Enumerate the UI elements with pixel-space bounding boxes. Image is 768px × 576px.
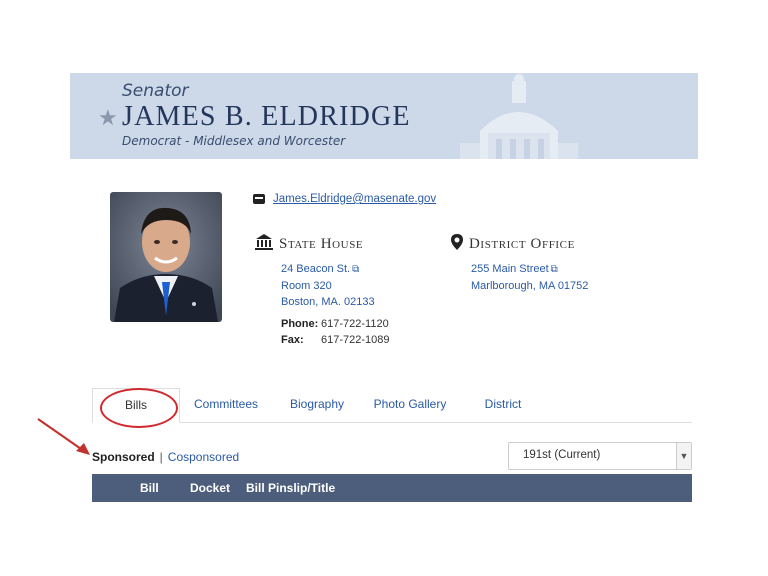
tab-photo-gallery[interactable]: Photo Gallery [368, 388, 452, 421]
session-select-value[interactable]: 191st (Current) [523, 449, 600, 461]
column-header-docket[interactable]: Docket [190, 481, 230, 495]
state-house-city[interactable]: Boston, MA. 02133 [281, 294, 375, 310]
tab-biography[interactable]: Biography [280, 388, 354, 421]
state-house-street[interactable]: 24 Beacon St. [281, 263, 350, 275]
phone-fax-block: Phone: 617-722-1120 Fax: 617-722-1089 [281, 316, 390, 348]
sponsored-filter[interactable]: Sponsored [92, 450, 155, 464]
state-house-label: State House [279, 236, 364, 252]
senator-name: JAMES B. ELDRIDGE [122, 101, 411, 132]
star-icon: ★ [98, 105, 118, 130]
filter-separator: | [159, 450, 163, 464]
phone-label: Phone: [281, 318, 319, 330]
email-link[interactable]: James.Eldridge@masenate.gov [273, 193, 436, 205]
building-icon [255, 234, 273, 255]
phone-number: 617-722-1120 [321, 318, 389, 330]
tab-committees[interactable]: Committees [186, 388, 266, 421]
bills-table-header: Bill Docket Bill Pinslip/Title [92, 474, 692, 502]
state-house-address[interactable]: 24 Beacon St. ⧉ Room 320 Boston, MA. 0213… [281, 261, 375, 310]
fax-number: 617-722-1089 [321, 334, 390, 346]
senator-portrait [110, 192, 222, 322]
chevron-down-icon[interactable]: ▼ [676, 443, 691, 469]
district-office-label: District Office [469, 236, 575, 252]
senator-party-district: Democrat - Middlesex and Worcester [122, 134, 346, 148]
external-link-icon[interactable]: ⧉ [551, 264, 558, 275]
senator-banner: ★ Senator JAMES B. ELDRIDGE Democrat - M… [70, 73, 698, 159]
district-office-address[interactable]: 255 Main Street ⧉ Marlborough, MA 01752 [471, 261, 588, 294]
state-house-room[interactable]: Room 320 [281, 278, 375, 294]
envelope-icon [253, 194, 265, 204]
profile-tabs: Bills Committees Biography Photo Gallery… [92, 388, 692, 423]
fax-label: Fax: [281, 334, 304, 346]
cosponsored-filter[interactable]: Cosponsored [168, 450, 239, 464]
red-arrow-annotation [37, 418, 90, 455]
session-select[interactable]: 191st (Current) ▼ [508, 442, 692, 470]
map-pin-icon [451, 234, 463, 255]
senator-title: Senator [122, 81, 189, 101]
sponsorship-filter: Sponsored | Cosponsored [92, 450, 239, 464]
email-row: James.Eldridge@masenate.gov [253, 193, 436, 205]
external-link-icon[interactable]: ⧉ [352, 264, 359, 275]
state-house-dome-graphic [440, 73, 698, 159]
column-header-bill[interactable]: Bill [140, 481, 159, 495]
district-city[interactable]: Marlborough, MA 01752 [471, 278, 588, 294]
state-house-heading: State House [255, 234, 363, 255]
tab-district[interactable]: District [472, 388, 534, 421]
district-office-heading: District Office [451, 234, 575, 255]
district-street[interactable]: 255 Main Street [471, 263, 549, 275]
column-header-title[interactable]: Bill Pinslip/Title [246, 481, 335, 495]
highlight-circle-annotation [100, 388, 178, 428]
